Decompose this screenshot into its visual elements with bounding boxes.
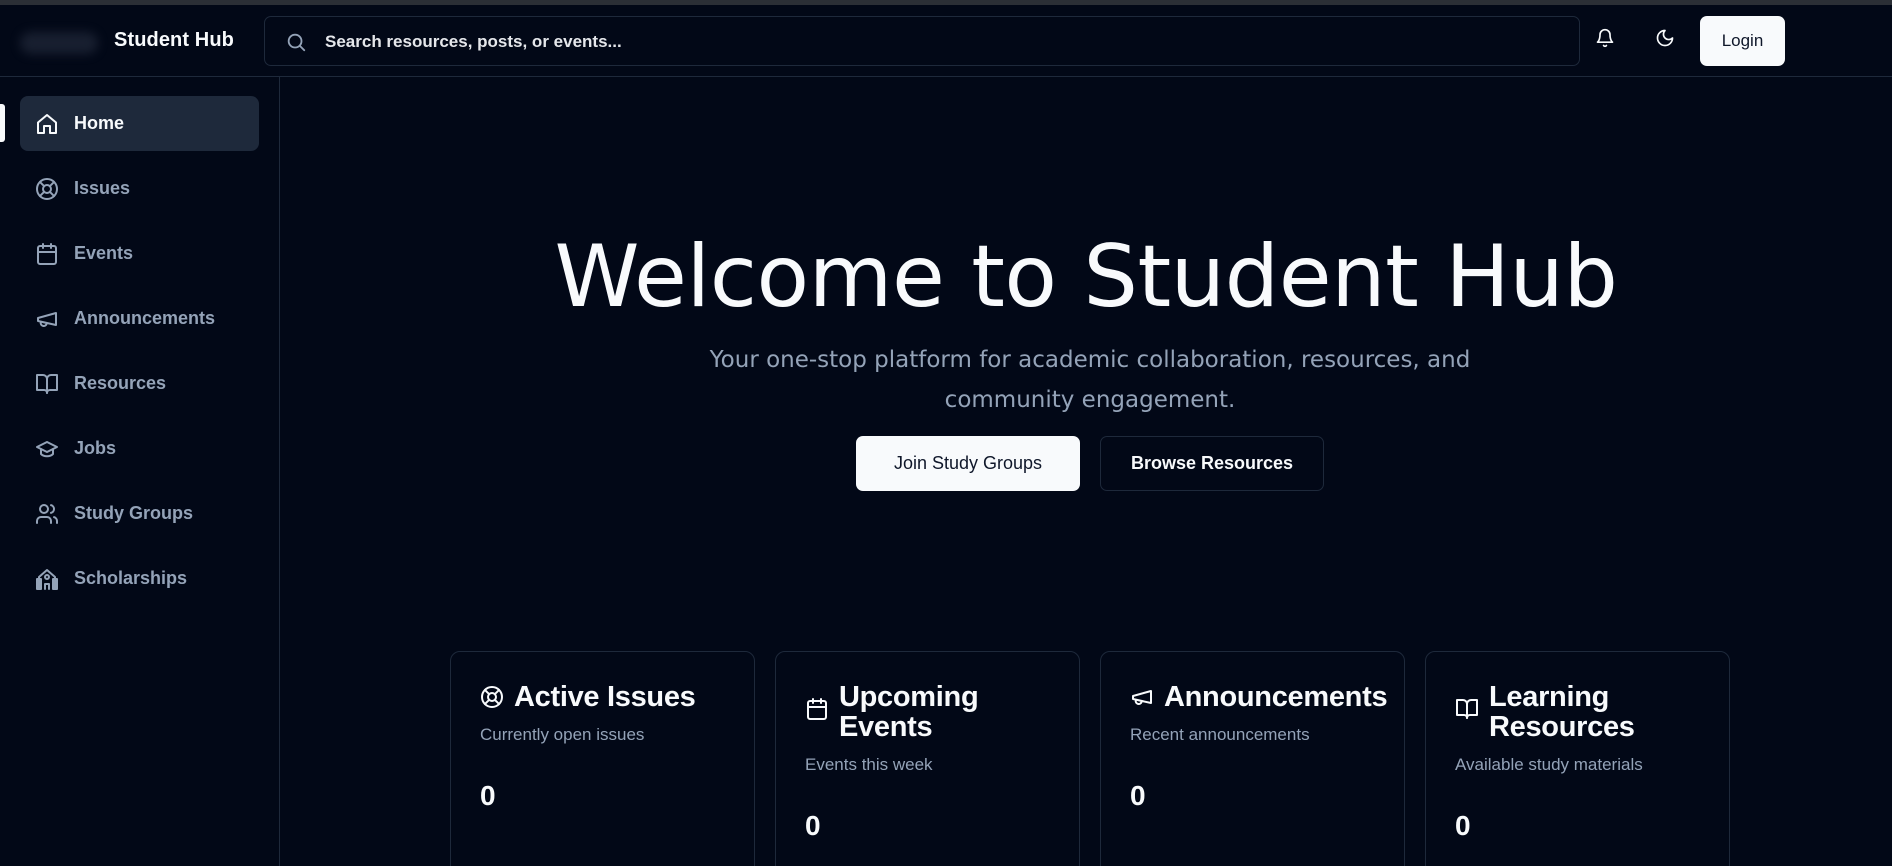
card-announcements[interactable]: Announcements Recent announcements 0 — [1100, 651, 1405, 866]
card-title: Upcoming Events — [839, 681, 979, 743]
card-value: 0 — [1130, 780, 1146, 811]
hero-subtitle: Your one-stop platform for academic coll… — [709, 347, 1471, 413]
sidebar-item-label: Home — [74, 113, 125, 133]
card-value: 0 — [1455, 810, 1471, 841]
top-header: Student Hub Search resources, posts, or … — [0, 5, 1892, 77]
card-value: 0 — [480, 780, 496, 811]
card-title: Active Issues — [514, 681, 696, 713]
lifebuoy-icon — [35, 177, 59, 201]
sidebar-item-label: Resources — [74, 373, 167, 393]
sidebar-item-scholarships[interactable]: Scholarships — [20, 551, 259, 606]
lifebuoy-icon — [480, 685, 504, 709]
megaphone-icon — [1130, 685, 1154, 709]
calendar-icon — [805, 697, 829, 721]
sidebar-item-home[interactable]: Home — [20, 96, 259, 151]
hero-title: Welcome to Student Hub — [554, 227, 1618, 327]
card-upcoming-events[interactable]: Upcoming Events Events this week 0 — [775, 651, 1080, 866]
megaphone-icon — [35, 307, 59, 331]
sidebar-item-label: Jobs — [74, 438, 117, 458]
sidebar-item-label: Study Groups — [74, 503, 194, 523]
school-icon — [35, 567, 59, 591]
sidebar-item-study-groups[interactable]: Study Groups — [20, 486, 259, 541]
browse-resources-button[interactable]: Browse Resources — [1100, 436, 1324, 491]
card-title: Learning Resources — [1489, 681, 1635, 743]
sidebar-item-issues[interactable]: Issues — [20, 161, 259, 216]
login-button[interactable]: Login — [1700, 16, 1785, 66]
sidebar-item-label: Issues — [74, 178, 131, 198]
sidebar-item-label: Announcements — [74, 308, 216, 328]
bell-icon — [1595, 28, 1615, 53]
brand-title[interactable]: Student Hub — [114, 29, 234, 52]
card-active-issues[interactable]: Active Issues Currently open issues 0 — [450, 651, 755, 866]
card-learning-resources[interactable]: Learning Resources Available study mater… — [1425, 651, 1730, 866]
logo-image[interactable] — [20, 32, 98, 54]
graduation-cap-icon — [35, 437, 59, 461]
card-description: Recent announcements — [1130, 725, 1310, 744]
sidebar-item-jobs[interactable]: Jobs — [20, 421, 259, 476]
search-input[interactable]: Search resources, posts, or events... — [264, 16, 1580, 66]
sidebar-item-announcements[interactable]: Announcements — [20, 291, 259, 346]
calendar-icon — [35, 242, 59, 266]
search-icon — [285, 31, 307, 53]
sidebar-item-label: Scholarships — [74, 568, 188, 588]
join-study-groups-button[interactable]: Join Study Groups — [856, 436, 1080, 491]
home-icon — [35, 112, 59, 136]
card-description: Available study materials — [1455, 755, 1643, 774]
card-description: Currently open issues — [480, 725, 645, 744]
sidebar-item-label: Events — [74, 243, 134, 263]
sidebar: Home Issues Events Announcements Resourc… — [0, 77, 280, 866]
card-description: Events this week — [805, 755, 933, 774]
card-value: 0 — [805, 810, 821, 841]
moon-icon — [1655, 28, 1675, 53]
search-placeholder[interactable]: Search resources, posts, or events... — [325, 32, 622, 52]
book-open-icon — [35, 372, 59, 396]
sidebar-item-events[interactable]: Events — [20, 226, 259, 281]
sidebar-item-resources[interactable]: Resources — [20, 356, 259, 411]
active-indicator — [0, 104, 5, 142]
theme-toggle-button[interactable] — [1644, 19, 1686, 61]
users-icon — [35, 502, 59, 526]
notifications-button[interactable] — [1584, 19, 1626, 61]
book-open-icon — [1455, 697, 1479, 721]
card-title: Announcements — [1164, 681, 1388, 713]
